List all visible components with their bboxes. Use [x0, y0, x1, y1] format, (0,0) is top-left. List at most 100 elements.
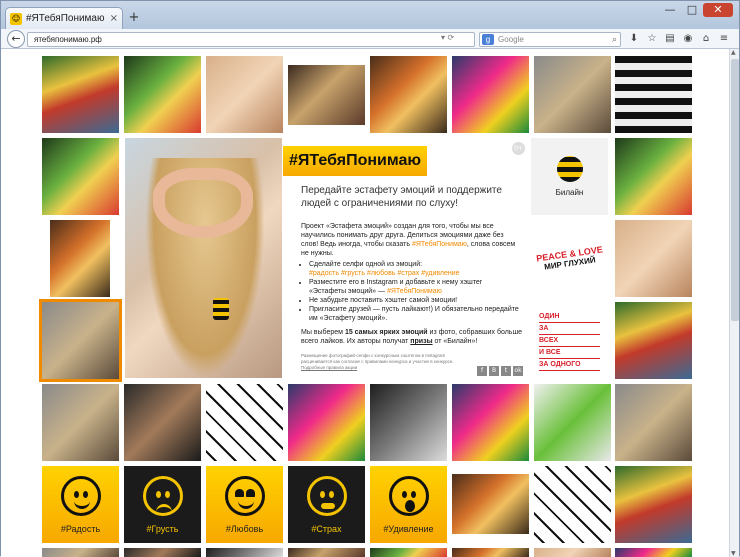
odin-za-vseh-tile[interactable]: ОДИН ЗА ВСЕХ И ВСЕ ЗА ОДНОГО: [531, 302, 608, 379]
bookmark-star-icon[interactable]: ☆: [645, 32, 659, 46]
selfie-photo[interactable]: [615, 138, 692, 215]
close-window-button[interactable]: ✕: [703, 3, 733, 17]
url-text: ятебяпонимаю.рф: [34, 35, 102, 44]
sync-icon[interactable]: ◉: [681, 32, 695, 46]
emotion-tile-fear[interactable]: #Страх: [288, 466, 365, 543]
small-print: Размещение фотографий-селфи с конкурсным…: [301, 353, 461, 371]
promo-hashtag: #ЯТебяПонимаю: [283, 146, 427, 176]
selfie-photo[interactable]: [534, 384, 611, 461]
emotion-tile-surprise[interactable]: #Удивление: [370, 466, 447, 543]
favicon-smiley-icon: ☺: [10, 12, 22, 25]
hero-photo-heart-hands: [125, 138, 282, 378]
menu-icon[interactable]: ≡: [717, 32, 731, 46]
relay-hashtag[interactable]: #ЯТебяПонимаю: [387, 288, 442, 295]
selfie-photo[interactable]: [50, 220, 110, 297]
selfie-photo[interactable]: [615, 384, 692, 461]
selfie-photo[interactable]: [370, 384, 447, 461]
prize-text: Мы выберем 15 самых ярких эмоций из фото…: [301, 328, 525, 346]
selfie-photo[interactable]: [534, 466, 611, 543]
window-controls: — □ ✕: [659, 3, 733, 17]
step-text: Сделайте селфи одной из эмоций:: [309, 261, 423, 268]
selfie-photo[interactable]: [124, 384, 201, 461]
google-search-engine-icon[interactable]: g: [482, 34, 494, 45]
fear-face-icon: [306, 475, 347, 516]
odin-line: И ВСЕ: [539, 348, 600, 359]
selfie-photo[interactable]: [42, 384, 119, 461]
reload-icon[interactable]: ▾ ⟳: [441, 33, 454, 42]
bookmarks-list-icon[interactable]: ▤: [663, 32, 677, 46]
facebook-icon[interactable]: f: [477, 366, 487, 376]
prize-bold: 15 самых ярких эмоций: [344, 329, 428, 336]
maximize-button[interactable]: □: [681, 3, 703, 17]
tab-close-icon[interactable]: ×: [110, 13, 118, 24]
promo-panel: #ЯТебяПонимаю 0+ Передайте эстафету эмоц…: [283, 138, 529, 378]
emotion-hashtags[interactable]: #радость #грусть #любовь #страх #удивлен…: [309, 270, 460, 277]
search-magnifier-icon[interactable]: ⌕: [612, 33, 617, 46]
age-badge: 0+: [512, 142, 525, 155]
rules-link[interactable]: Подробные правила акции: [301, 365, 357, 370]
back-arrow-icon[interactable]: ←: [7, 30, 25, 48]
selfie-photo-selected[interactable]: [39, 299, 122, 382]
scrollbar-thumb[interactable]: [731, 59, 739, 321]
selfie-photo[interactable]: [288, 384, 365, 461]
selfie-photo[interactable]: [452, 474, 529, 534]
prize-text-part: Мы выберем: [301, 329, 345, 336]
minimize-button[interactable]: —: [659, 3, 681, 17]
promo-subtitle: Передайте эстафету эмоций и поддержите л…: [301, 185, 502, 209]
small-print-text: Размещение фотографий-селфи с конкурсным…: [301, 353, 454, 364]
step-item: Пригласите друзей — пусть лайкают!) И об…: [309, 305, 521, 323]
selfie-photo[interactable]: [615, 302, 692, 379]
step-item: Не забудьте поставить хэштег самой эмоци…: [309, 296, 521, 305]
home-icon[interactable]: ⌂: [699, 32, 713, 46]
selfie-photo[interactable]: [124, 56, 201, 133]
download-icon[interactable]: ⬇: [627, 32, 641, 46]
selfie-photo[interactable]: [288, 65, 365, 125]
emotion-tag: #Любовь: [225, 523, 264, 534]
title-bar: ☺ #ЯТебяПонимаю - Передай... × + — □ ✕: [1, 1, 739, 29]
vkontakte-icon[interactable]: B: [489, 366, 499, 376]
beeline-pendant-icon: [213, 298, 229, 320]
new-tab-button[interactable]: +: [127, 11, 141, 25]
twitter-icon[interactable]: t: [501, 366, 511, 376]
intro-hashtag-link[interactable]: #ЯТебяПонимаю: [412, 241, 467, 248]
promo-body: Проект «Эстафета эмоций» создан для того…: [301, 222, 521, 323]
prizes-link[interactable]: призы: [410, 338, 432, 345]
search-box[interactable]: g Google ⌕: [479, 32, 621, 47]
selfie-photo[interactable]: [615, 466, 692, 543]
browser-window: ☺ #ЯТебяПонимаю - Передай... × + — □ ✕ ←…: [0, 0, 740, 557]
beeline-logo-tile[interactable]: Билайн: [531, 138, 608, 215]
step-text: Пригласите друзей — пусть лайкают!) И об…: [309, 306, 519, 322]
emotion-tag: #Страх: [311, 523, 342, 534]
beeline-logo-icon: [556, 156, 583, 182]
selfie-photo[interactable]: [42, 138, 119, 215]
active-tab[interactable]: ☺ #ЯТебяПонимаю - Передай... ×: [5, 7, 123, 29]
heart-hands-icon: [153, 168, 253, 238]
peace-love-tile[interactable]: PEACE & LOVE МИР ГЛУХИЙ: [531, 220, 608, 297]
address-bar[interactable]: ятебяпонимаю.рф: [27, 32, 475, 47]
vertical-scrollbar[interactable]: ▲ ▼: [729, 49, 739, 557]
selfie-photo[interactable]: [615, 56, 692, 133]
odin-line: ВСЕХ: [539, 336, 600, 347]
love-face-icon: [224, 475, 265, 516]
page-content: #Радость #Грусть #Любовь #Страх #Удивлен…: [1, 49, 729, 557]
selfie-photo[interactable]: [206, 384, 283, 461]
odin-line: ЗА: [539, 324, 600, 335]
selfie-photo[interactable]: [534, 56, 611, 133]
emotion-tile-sadness[interactable]: #Грусть: [124, 466, 201, 543]
selfie-photo[interactable]: [452, 384, 529, 461]
selfie-photo[interactable]: [206, 56, 283, 133]
steps-list: Сделайте селфи одной из эмоций: #радость …: [309, 260, 521, 323]
selfie-photo[interactable]: [370, 56, 447, 133]
prize-text-part: от «Билайн»!: [432, 338, 478, 345]
odnoklassniki-icon[interactable]: ok: [513, 366, 523, 376]
emotion-tile-love[interactable]: #Любовь: [206, 466, 283, 543]
selfie-photo[interactable]: [615, 220, 692, 297]
selfie-photo[interactable]: [452, 56, 529, 133]
selfie-photo[interactable]: [42, 56, 119, 133]
surprised-face-icon: [388, 475, 429, 516]
search-placeholder: Google: [498, 35, 524, 44]
navigation-bar: ← ятебяпонимаю.рф ▾ ⟳ g Google ⌕ ⬇ ☆ ▤ ◉…: [1, 29, 739, 49]
scroll-up-icon[interactable]: ▲: [731, 49, 736, 56]
emotion-tile-joy[interactable]: #Радость: [42, 466, 119, 543]
step-item: Сделайте селфи одной из эмоций: #радость …: [309, 260, 521, 278]
